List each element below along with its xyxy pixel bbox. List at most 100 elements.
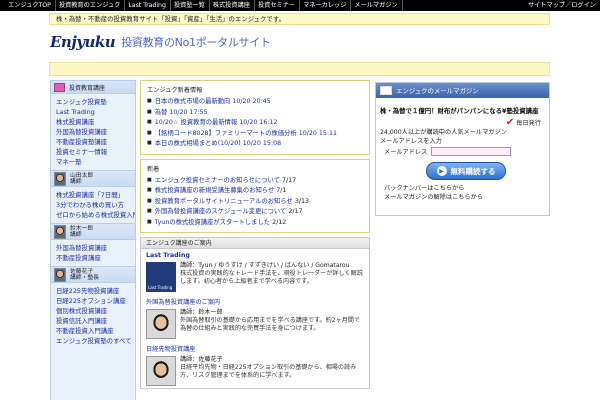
sidebar-menu: 日経225先物投資講座 日経225オプション講座 個別株式投資講座 投資信託入門… bbox=[51, 283, 135, 349]
news-item[interactable]: 本日の株式相場まとめ(10/20) 10/20 15:08 bbox=[147, 139, 363, 150]
last-trading-thumbnail[interactable]: Last Trading bbox=[146, 262, 176, 292]
sidebar-item[interactable]: Last Trading bbox=[56, 107, 135, 117]
sidebar-item[interactable]: 日経225先物投資講座 bbox=[56, 286, 135, 296]
lecturer-photo[interactable] bbox=[146, 309, 176, 339]
unsubscribe-link[interactable]: メールマガジンの解除はこちらから bbox=[384, 193, 549, 202]
envelope-icon bbox=[380, 86, 392, 95]
lesson-description: 日経平均先物・日経225オプション取引の基礎から、相場の読み方、リスク管理までを… bbox=[180, 364, 357, 379]
lesson-section-title[interactable]: Last Trading bbox=[141, 249, 369, 259]
nav-right-links[interactable]: サイトマップ／ログイン bbox=[528, 0, 596, 11]
lecturer-profile[interactable]: 山田太郎 講師 bbox=[51, 170, 135, 187]
lecturer-avatar bbox=[54, 224, 66, 239]
nav-item-schools[interactable]: 投資塾一覧 bbox=[171, 0, 210, 11]
news-item[interactable]: 為替 10/20 17:55 bbox=[147, 108, 363, 119]
lesson-lecturers: 講師：Tyun / ゆうすけ / すずきけい / ばんない / Gomataro… bbox=[180, 262, 350, 269]
subscribe-button[interactable]: ▶ 無料購読する bbox=[426, 162, 506, 180]
lecturer-role: 講師 bbox=[70, 231, 82, 238]
info-item[interactable]: 株式投資講座の新規受講生募集のお知らせ 7/1 bbox=[147, 186, 363, 197]
news-box: エンジュク新着情報 日本の株式市場の最新動向 10/20 20:45 為替 10… bbox=[140, 80, 370, 155]
news-link[interactable]: 本日の株式相場まとめ(10/20) bbox=[155, 140, 241, 147]
info-item[interactable]: Tyunの株式投資講座がスタートしました 2/12 bbox=[147, 218, 363, 229]
sidebar-item[interactable]: ゼロから始める株式投資入門講座 bbox=[56, 210, 135, 220]
lesson-lecturers: 講師：鈴木一郎 bbox=[180, 309, 223, 316]
lecturer-avatar bbox=[54, 171, 66, 186]
news-date: 投資教育の最新情報 10/20 16:12 bbox=[180, 119, 278, 126]
sidebar-item[interactable]: 外国為替投資講座 bbox=[56, 127, 135, 137]
sidebar-item[interactable]: 投資信託入門講座 bbox=[56, 316, 135, 326]
nav-item-stock[interactable]: 株式投資講座 bbox=[210, 0, 255, 11]
news-link[interactable]: 為替 bbox=[155, 109, 168, 116]
lesson-lecturers: 講師：佐藤花子 bbox=[180, 356, 223, 363]
nav-item-seminar[interactable]: 投資セミナー bbox=[255, 0, 301, 11]
info-date: 2/12 bbox=[272, 218, 287, 226]
sidebar-item[interactable]: 不動産投資塾講座 bbox=[56, 137, 135, 147]
lesson-section-title[interactable]: 日経先物投資講座 bbox=[141, 341, 369, 353]
news-item[interactable]: 10/20☆ 投資教育の最新情報 10/20 16:12 bbox=[147, 118, 363, 129]
mail-magazine-frequency: ✔ 毎日発行 bbox=[376, 117, 549, 128]
sidebar-item[interactable]: 株式投資講座 bbox=[56, 117, 135, 127]
sidebar-item[interactable]: エンジュク投資塾 bbox=[56, 97, 135, 107]
nav-item-magazine[interactable]: メールマガジン bbox=[351, 0, 403, 11]
info-item[interactable]: 外国為替投資講座のスケジュール変更について 2/17 bbox=[147, 207, 363, 218]
lecturer-photo[interactable] bbox=[146, 356, 176, 386]
lesson-entry: Last Trading 講師：Tyun / ゆうすけ / すずきけい / ばん… bbox=[141, 259, 369, 294]
info-link[interactable]: 投資教育ポータルサイトリニューアルのお知らせ bbox=[155, 198, 293, 205]
email-input[interactable] bbox=[431, 147, 512, 156]
nav-item-enjyuku[interactable]: 投資教育のエンジュク bbox=[56, 0, 126, 11]
sidebar-item[interactable]: 外国為替投資講座 bbox=[56, 243, 135, 253]
news-item[interactable]: 日本の株式市場の最新動向 10/20 20:45 bbox=[147, 97, 363, 108]
news-date: 10/20 20:45 bbox=[232, 98, 271, 105]
sidebar-item[interactable]: 個別株式投資講座 bbox=[56, 306, 135, 316]
info-link[interactable]: Tyunの株式投資講座がスタートしました bbox=[155, 219, 270, 226]
lesson-entry: 講師：佐藤花子 日経平均先物・日経225オプション取引の基礎から、相場の読み方、… bbox=[141, 353, 369, 388]
info-date: 3/13 bbox=[294, 197, 309, 205]
yellow-banner-bar bbox=[49, 62, 550, 76]
info-item[interactable]: エンジュク投資セミナーのお知らせについて 7/17 bbox=[147, 176, 363, 187]
news-link[interactable]: 10/20☆ bbox=[155, 119, 179, 126]
info-item[interactable]: 投資教育ポータルサイトリニューアルのお知らせ 3/13 bbox=[147, 197, 363, 208]
sidebar-item[interactable]: 不動産投資講座 bbox=[56, 253, 135, 263]
sidebar-item[interactable]: 株式投資講座「7日間」 bbox=[56, 190, 135, 200]
info-box: 新着 エンジュク投資セミナーのお知らせについて 7/17 株式投資講座の新規受講… bbox=[140, 158, 370, 233]
lesson-description: 外国為替取引の基礎から応用までを学べる講座です。約2ヶ月間で為替の仕組みと実践的… bbox=[180, 317, 360, 332]
site-logo[interactable]: Enjyuku 投資教育のNo1ポータルサイト bbox=[50, 28, 271, 56]
sidebar-item[interactable]: 投資セミナー情報 bbox=[56, 147, 135, 157]
mail-magazine-readers: 24,000人以上が購読中の人気メールマガジン bbox=[380, 129, 507, 136]
info-link[interactable]: 株式投資講座の新規受講生募集のお知らせ bbox=[155, 187, 275, 194]
sidebar-item[interactable]: 日経225オプション講座 bbox=[56, 296, 135, 306]
sidebar-item[interactable]: 3分でわかる株の買い方 bbox=[56, 200, 135, 210]
sidebar-header-label: 投資教育講座 bbox=[69, 84, 106, 92]
email-row: メールアドレス bbox=[376, 147, 549, 156]
lessons-box: エンジュク講座のご案内 Last Trading Last Trading 講師… bbox=[140, 237, 370, 389]
backnumber-link[interactable]: バックナンバーはこちらから bbox=[384, 184, 549, 193]
mail-magazine-header: エンジュクのメールマガジン bbox=[376, 83, 549, 98]
news-link[interactable]: 日本の株式市場の最新動向 bbox=[155, 98, 231, 105]
lecturer-avatar bbox=[54, 267, 66, 282]
sidebar-menu: エンジュク投資塾 Last Trading 株式投資講座 外国為替投資講座 不動… bbox=[51, 94, 135, 170]
sidebar-header: 投資教育講座 bbox=[51, 81, 135, 94]
lesson-description: 株式投資の実践的なトレード手法を、現役トレーダーが詳しく解説します。初心者から上… bbox=[180, 270, 363, 285]
lecturer-profile[interactable]: 佐藤花子 講師・塾長 bbox=[51, 266, 135, 283]
nav-item-top[interactable]: エンジュクTOP bbox=[0, 0, 56, 11]
arrow-right-icon: ▶ bbox=[436, 166, 447, 176]
sidebar-item[interactable]: マネー塾 bbox=[56, 157, 135, 167]
info-date: 7/1 bbox=[276, 187, 287, 194]
news-date: 10/20 17:55 bbox=[169, 108, 208, 116]
news-date: 10/20 15:11 bbox=[298, 129, 338, 137]
lecturer-role: 講師・塾長 bbox=[70, 274, 99, 281]
nav-item-college[interactable]: マネーカレッジ bbox=[300, 0, 352, 11]
subscribe-button-label: 無料購読する bbox=[450, 166, 496, 176]
site-notice: 株・為替・不動産の投資教育サイト「投資」「資産」「生活」のエンジュクです。 bbox=[49, 13, 550, 25]
info-link[interactable]: エンジュク投資セミナーのお知らせについて bbox=[155, 177, 280, 184]
logo-mark: Enjyuku bbox=[50, 33, 116, 51]
mail-magazine-title: 株・為替で１億円！財布がパンパンになる¥塾投資講座 bbox=[380, 107, 539, 115]
info-link[interactable]: 外国為替投資講座のスケジュール変更について bbox=[155, 208, 287, 215]
nav-item-last-trading[interactable]: Last Trading bbox=[125, 0, 171, 11]
lesson-section-title[interactable]: 外国為替投資講座のご案内 bbox=[141, 294, 369, 306]
sidebar-item[interactable]: エンジュク投資塾のすべて bbox=[56, 336, 135, 346]
sidebar-item[interactable]: 不動産投資入門講座 bbox=[56, 326, 135, 336]
lecturer-profile[interactable]: 鈴木一郎 講師 bbox=[51, 223, 135, 240]
news-link[interactable]: 【銘柄コード8028】ファミリーマートの株価分析 bbox=[155, 130, 297, 137]
info-date: 7/17 bbox=[281, 176, 297, 184]
news-item[interactable]: 【銘柄コード8028】ファミリーマートの株価分析 10/20 15:11 bbox=[147, 129, 363, 140]
